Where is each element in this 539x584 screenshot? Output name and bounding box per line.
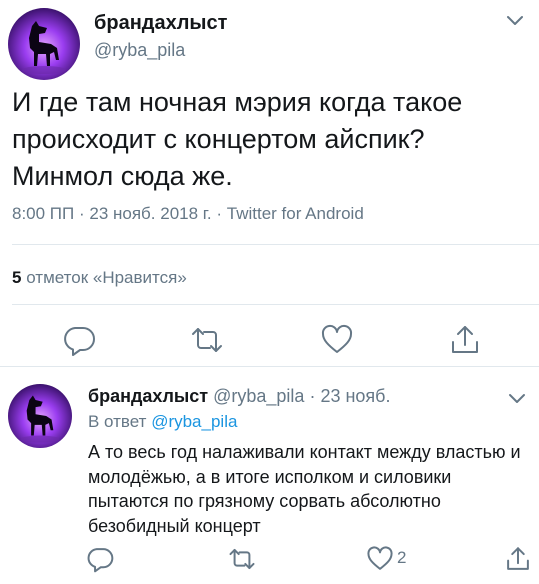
divider — [12, 244, 539, 245]
reply-avatar[interactable] — [8, 384, 72, 448]
likes-summary[interactable]: 5 отметок «Нравится» — [12, 268, 187, 288]
like-icon[interactable] — [320, 323, 354, 357]
reply-header: брандахлыст @ryba_pila · 23 нояб. — [88, 386, 390, 407]
retweet-icon[interactable] — [190, 323, 224, 357]
reply-actions — [0, 542, 539, 578]
reply-icon[interactable] — [86, 545, 114, 573]
reply-display-name[interactable]: брандахлыст — [88, 386, 208, 406]
reply-context: В ответ @ryba_pila — [88, 412, 237, 432]
tweet-time: 8:00 ПП — [12, 204, 75, 223]
divider — [0, 366, 539, 367]
share-icon[interactable] — [448, 323, 482, 357]
handle[interactable]: @ryba_pila — [94, 40, 185, 61]
meta-separator: · — [78, 204, 90, 223]
tweet-actions — [0, 322, 539, 358]
reply-text: А то весь год налаживали контакт между в… — [88, 442, 521, 536]
tweet-source[interactable]: Twitter for Android — [227, 204, 364, 223]
tweet-date: 23 нояб. 2018 г. — [89, 204, 212, 223]
reply-handle[interactable]: @ryba_pila — [213, 386, 304, 406]
display-name[interactable]: брандахлыст — [94, 12, 227, 35]
reply-like-count: 2 — [397, 548, 407, 567]
likes-label: отметок «Нравится» — [26, 268, 187, 287]
retweet-icon[interactable] — [228, 545, 256, 573]
reply-to-label: В ответ — [88, 412, 147, 431]
meta-separator: · — [216, 204, 227, 223]
chevron-down-icon[interactable] — [506, 15, 524, 27]
share-icon[interactable] — [504, 545, 532, 573]
likes-count: 5 — [12, 268, 22, 287]
reply-icon[interactable] — [62, 323, 96, 357]
divider — [12, 304, 539, 305]
main-tweet: брандахлыст @ryba_pila И где там ночная … — [0, 0, 539, 365]
meta-separator: · — [309, 386, 321, 406]
avatar[interactable] — [8, 8, 80, 80]
chevron-down-icon[interactable] — [508, 393, 526, 405]
like-icon[interactable] — [366, 545, 394, 573]
tweet-meta: 8:00 ПП · 23 нояб. 2018 г. · Twitter for… — [12, 204, 364, 224]
tweet-text: И где там ночная мэрия когда такое проис… — [12, 87, 463, 191]
reply-date: 23 нояб. — [320, 386, 391, 406]
reply-to-mention[interactable]: @ryba_pila — [151, 412, 237, 431]
